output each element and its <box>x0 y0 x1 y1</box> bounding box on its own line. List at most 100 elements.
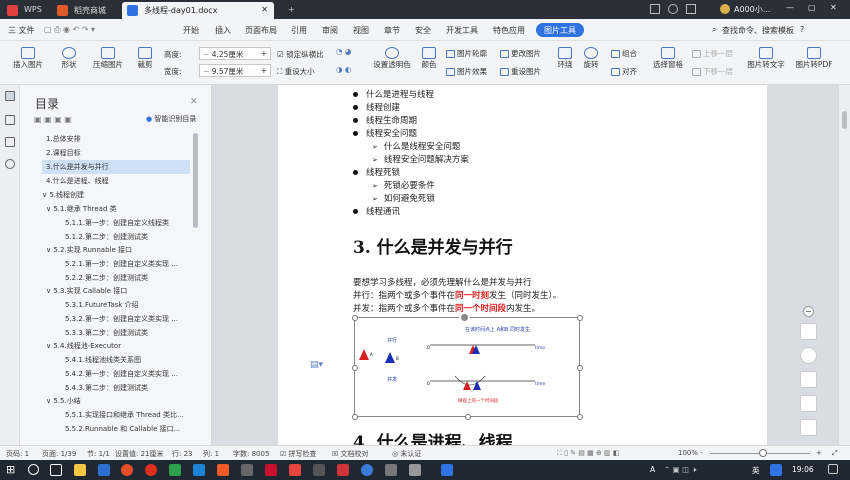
close-button[interactable]: ✕ <box>830 3 837 12</box>
app-icon-9[interactable] <box>313 464 325 476</box>
menu-features[interactable]: 特色应用 <box>493 25 525 36</box>
spell-check-button[interactable]: ☑ 拼写检查 <box>280 449 317 459</box>
app-icon-13[interactable] <box>409 464 421 476</box>
resize-handle[interactable] <box>577 365 583 371</box>
toc-item[interactable]: ∨ 5.1.继承 Thread 类 <box>46 204 117 214</box>
windows-start-icon[interactable]: ⊞ <box>6 463 18 476</box>
auth-status[interactable]: ◎ 未认证 <box>392 449 421 459</box>
width-field[interactable]: − 9.57厘米 + <box>199 64 271 77</box>
toc-item[interactable]: ∨ 5.4.线程池-Executor <box>46 341 121 351</box>
toc-item[interactable]: 4.什么是进程、线程 <box>46 176 109 186</box>
close-tab-icon[interactable]: ✕ <box>261 5 268 14</box>
resize-handle[interactable] <box>352 414 358 420</box>
zoom-level[interactable]: 100% - <box>678 449 703 457</box>
search-taskbar-icon[interactable] <box>28 464 39 475</box>
crop-button[interactable]: 裁剪 <box>134 47 156 70</box>
view-mode-icons[interactable]: ⛶ ▯ ✎ ▤ ▦ ⊕ ▥ ◧ <box>557 449 620 458</box>
menu-view[interactable]: 视图 <box>353 25 369 36</box>
picture-outline-button[interactable]: 图片轮廓 <box>446 48 487 59</box>
reset-picture-button[interactable]: 重设图片 <box>500 66 541 77</box>
rotate-button[interactable]: 旋转 <box>581 47 601 70</box>
reset-size-button[interactable]: ⛶ 重设大小 <box>277 66 315 77</box>
rotate-small-icons[interactable]: ◔ ◕ ◑ ◐ <box>336 47 351 74</box>
toc-item[interactable]: 5.3.1.FutureTask 介绍 <box>65 300 139 310</box>
ime-icon[interactable] <box>770 464 782 476</box>
toc-item[interactable]: 1.总体安排 <box>46 134 81 144</box>
menu-start[interactable]: 开始 <box>183 25 199 36</box>
word-count[interactable]: 字数: 8005 <box>233 449 269 459</box>
set-transparent-button[interactable]: 设置透明色 <box>372 47 412 70</box>
fullscreen-icon[interactable]: ⤢ <box>832 449 838 458</box>
help-button[interactable]: ? <box>800 25 804 34</box>
color-button[interactable]: 颜色 <box>418 47 440 70</box>
wrap-button[interactable]: 环绕 <box>555 47 575 70</box>
close-toc-icon[interactable]: ✕ <box>190 97 198 107</box>
layout-icon[interactable] <box>650 4 660 14</box>
toc-item[interactable]: 5.3.2.第一步：创建自定义类实现 ... <box>65 314 178 324</box>
compress-button[interactable]: 压缩图片 <box>92 47 124 70</box>
page-count[interactable]: 页面: 1/39 <box>42 449 76 459</box>
resize-handle[interactable] <box>577 414 583 420</box>
resize-handle[interactable] <box>352 315 358 321</box>
menu-reference[interactable]: 引用 <box>291 25 307 36</box>
picture-effect-button[interactable]: 图片效果 <box>446 66 487 77</box>
toc-item[interactable]: 5.2.2.第二步：创建测试类 <box>65 273 148 283</box>
toc-item[interactable]: ∨ 5.2.实现 Runnable 接口 <box>46 245 132 255</box>
group-button[interactable]: 组合 <box>611 48 637 59</box>
app-icon-11[interactable] <box>361 464 373 476</box>
task-view-icon[interactable] <box>50 464 62 476</box>
vertical-scrollbar[interactable] <box>838 85 850 445</box>
doc-proofread-button[interactable]: ☒ 文档校对 <box>332 449 369 459</box>
wps-taskbar-icon[interactable] <box>441 464 453 476</box>
shape-button[interactable]: 形状 <box>56 47 82 70</box>
menu-review[interactable]: 审阅 <box>322 25 338 36</box>
new-tab-button[interactable]: + <box>280 2 295 19</box>
float-layout-icon[interactable] <box>800 323 817 340</box>
picture-to-text-button[interactable]: 图片转文字 <box>746 47 786 70</box>
toc-toolbar-icons[interactable]: ▣ ▣ ▣ ▣ <box>34 115 72 124</box>
zoom-in-icon[interactable]: + <box>816 449 822 457</box>
scrollbar-thumb[interactable] <box>842 111 847 129</box>
notification-icon[interactable] <box>828 464 838 474</box>
chrome-icon[interactable] <box>121 464 133 476</box>
page-panel-icon[interactable] <box>5 115 15 125</box>
toc-panel-icon[interactable] <box>5 91 15 101</box>
quick-access-icons[interactable]: ▢ ⎙ ◉ ↶ ↷ ▾ <box>44 25 124 35</box>
toc-item[interactable]: ∨ 5.线程创建 <box>42 190 84 200</box>
toc-item[interactable]: 5.5.2.Runnable 和 Callable 接口... <box>65 424 180 434</box>
toc-item[interactable]: 2.课程目标 <box>46 148 81 158</box>
app-icon-6[interactable] <box>241 464 253 476</box>
bookmark-icon[interactable] <box>5 137 15 147</box>
file-menu[interactable]: 三 文件 <box>8 25 35 36</box>
clock[interactable]: 19:06 <box>792 465 814 474</box>
find-icon[interactable] <box>5 159 15 169</box>
app-icon-2[interactable] <box>145 464 157 476</box>
menu-security[interactable]: 安全 <box>415 25 431 36</box>
search-icon[interactable]: ⌕ <box>712 25 716 35</box>
command-search[interactable]: 查找命令、搜索模板 <box>722 25 794 36</box>
select-pane-button[interactable]: 选择窗格 <box>652 47 684 70</box>
menu-dev-tools[interactable]: 开发工具 <box>446 25 478 36</box>
smart-toc-button[interactable]: ● 智能识别目录 <box>146 114 196 124</box>
app-icon-3[interactable] <box>169 464 181 476</box>
selected-figure[interactable]: 并行 在该时间点上 A和B 同时发生 0 time A B 并发 0 time … <box>352 312 583 420</box>
resize-handle[interactable] <box>352 365 358 371</box>
float-zoom-icon[interactable] <box>800 347 817 364</box>
app-icon-8[interactable] <box>289 464 301 476</box>
skin-icon[interactable] <box>668 4 678 14</box>
tab-daoke-store[interactable]: 稻壳商城 <box>52 2 120 19</box>
collapse-toolbar-icon[interactable]: − <box>803 306 814 317</box>
toc-item-selected[interactable]: 3.什么是并发与并行 <box>42 160 190 174</box>
menu-page-layout[interactable]: 页面布局 <box>245 25 277 36</box>
menu-picture-tools[interactable]: 图片工具 <box>536 23 584 37</box>
app-icon-1[interactable] <box>98 464 110 476</box>
zoom-slider-thumb[interactable] <box>759 449 767 457</box>
insert-picture-button[interactable]: 插入图片 <box>8 47 48 70</box>
toc-item[interactable]: 5.4.2.第一步：创建自定义类实现 ... <box>65 369 178 379</box>
menu-insert[interactable]: 插入 <box>215 25 231 36</box>
file-explorer-icon[interactable] <box>74 464 86 476</box>
app-icon-4[interactable] <box>193 464 205 476</box>
toc-item[interactable]: 5.3.3.第二步：创建测试类 <box>65 328 148 338</box>
menu-chapter[interactable]: 章节 <box>384 25 400 36</box>
app-icon-5[interactable] <box>217 464 229 476</box>
